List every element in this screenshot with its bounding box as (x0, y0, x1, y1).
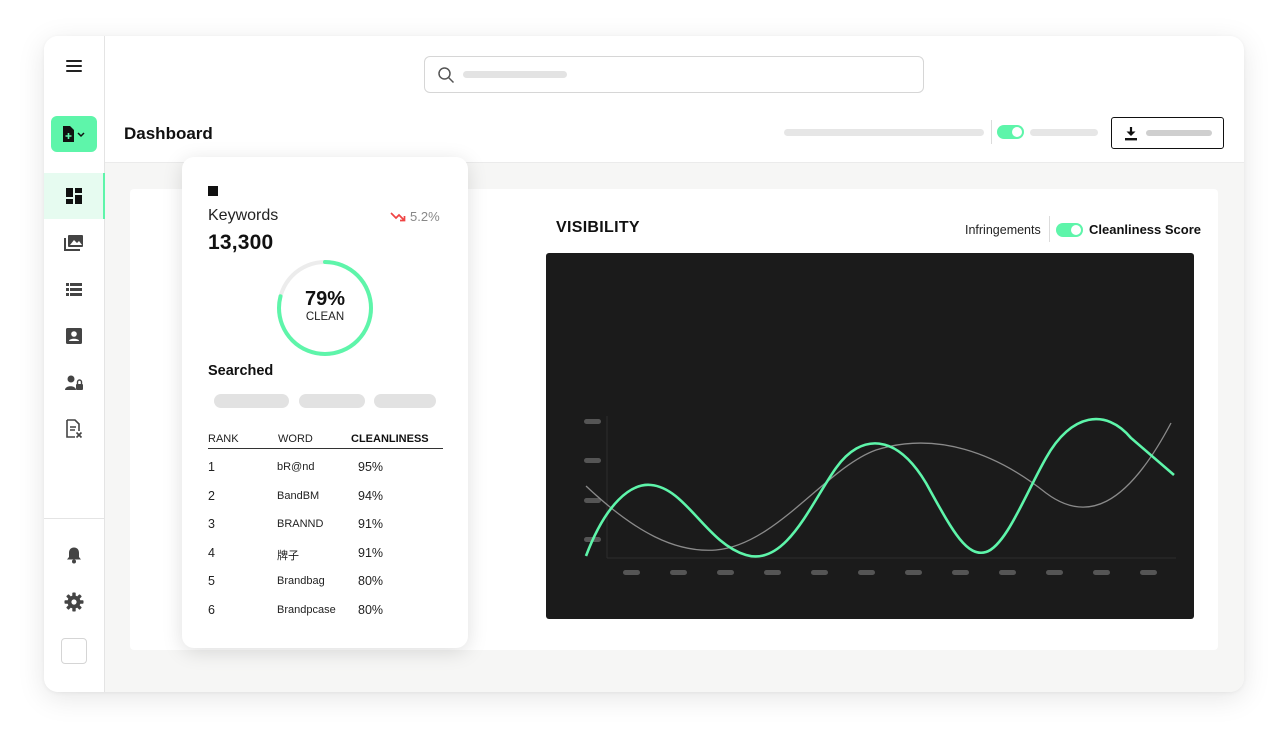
download-button-placeholder (1146, 130, 1212, 136)
new-document-icon (63, 126, 85, 142)
column-header-rank[interactable]: RANK (208, 433, 239, 445)
row-cleanliness: 80% (358, 574, 384, 588)
row-word: BRANND (277, 518, 324, 530)
infringements-series-line (585, 422, 1172, 551)
keywords-value: 13,300 (208, 231, 274, 254)
header-toggle[interactable] (997, 125, 1024, 139)
header-toggle-placeholder (1030, 129, 1098, 136)
row-rank: 3 (208, 517, 215, 531)
new-document-button[interactable] (51, 116, 97, 152)
clean-percent: 79% (304, 288, 346, 310)
row-word: BandBM (277, 490, 320, 502)
document-remove-icon (66, 419, 83, 439)
download-button[interactable] (1111, 117, 1224, 149)
keywords-trend-value: 5.2% (410, 209, 440, 224)
clean-gauge: 79% CLEAN (275, 258, 375, 358)
sidebar-item-settings[interactable] (44, 579, 104, 625)
trend-down-icon (390, 211, 406, 221)
clean-label: CLEAN (305, 311, 345, 323)
row-rank: 5 (208, 574, 215, 588)
legend-separator (1049, 216, 1050, 242)
page-title: Dashboard (124, 124, 213, 143)
keywords-trend: 5.2% (390, 209, 440, 224)
sidebar (44, 36, 105, 692)
search-input[interactable] (424, 56, 924, 93)
search-icon (438, 66, 455, 83)
user-lock-icon (65, 375, 83, 390)
cleanliness-toggle[interactable] (1056, 223, 1083, 237)
sidebar-item-images[interactable] (44, 220, 104, 266)
row-word: Brandpcase (277, 604, 336, 616)
row-cleanliness: 91% (358, 517, 384, 531)
images-icon (64, 235, 83, 251)
column-header-cleanliness[interactable]: CLEANLINESS (351, 433, 429, 445)
sidebar-item-notifications[interactable] (44, 532, 104, 578)
card-marker-icon (208, 186, 218, 196)
sidebar-divider (44, 518, 104, 519)
list-icon (66, 283, 82, 296)
x-axis-tick-placeholders (623, 570, 1157, 575)
searched-filter-pill-2[interactable] (299, 394, 365, 408)
cleanliness-series-line (584, 417, 1175, 558)
gear-icon (64, 592, 84, 612)
searched-filter-pill-1[interactable] (214, 394, 289, 408)
table-header-divider (208, 448, 443, 449)
table-row[interactable]: 6 Brandpcase 80% (208, 603, 443, 625)
search-placeholder-bar (463, 71, 567, 78)
row-word: bR@nd (277, 461, 315, 473)
row-rank: 1 (208, 460, 215, 474)
download-icon (1125, 126, 1137, 140)
row-cleanliness: 95% (358, 460, 384, 474)
row-rank: 6 (208, 603, 215, 617)
user-avatar-placeholder[interactable] (61, 638, 87, 664)
visibility-chart (546, 253, 1194, 619)
legend-infringements[interactable]: Infringements (965, 223, 1041, 237)
row-word: Brandbag (277, 575, 325, 587)
table-row[interactable]: 4 牌子 91% (208, 546, 443, 568)
header-separator (991, 120, 992, 144)
sidebar-item-document-remove[interactable] (44, 406, 104, 452)
header-placeholder-bar (784, 129, 984, 136)
table-row[interactable]: 2 BandBM 94% (208, 489, 443, 511)
bell-icon (67, 547, 81, 564)
table-row[interactable]: 1 bR@nd 95% (208, 460, 443, 482)
row-cleanliness: 91% (358, 546, 384, 560)
legend-cleanliness-score[interactable]: Cleanliness Score (1089, 222, 1201, 237)
row-word: 牌子 (277, 550, 299, 562)
app-window: Dashboard VISIBILITY Infringements Clean… (44, 36, 1244, 692)
searched-filter-pill-3[interactable] (374, 394, 436, 408)
column-header-word[interactable]: WORD (278, 433, 313, 445)
hamburger-menu-icon[interactable] (64, 58, 84, 74)
keywords-label: Keywords (208, 207, 279, 224)
sidebar-item-dashboard[interactable] (44, 173, 105, 219)
sidebar-item-user-lock[interactable] (44, 360, 104, 406)
sidebar-item-contacts[interactable] (44, 313, 104, 359)
searched-label: Searched (208, 363, 274, 379)
row-cleanliness: 80% (358, 603, 384, 617)
sidebar-item-list[interactable] (44, 266, 104, 312)
table-row[interactable]: 3 BRANND 91% (208, 517, 443, 539)
dashboard-icon (66, 188, 82, 204)
contact-card-icon (66, 328, 82, 344)
row-cleanliness: 94% (358, 489, 384, 503)
table-row[interactable]: 5 Brandbag 80% (208, 574, 443, 596)
visibility-title: VISIBILITY (556, 219, 640, 236)
visibility-chart-svg (584, 416, 1176, 575)
row-rank: 4 (208, 546, 215, 560)
keywords-card: Keywords 13,300 5.2% 79% CLEAN Searched … (182, 157, 468, 648)
row-rank: 2 (208, 489, 215, 503)
y-axis-tick-placeholders (584, 419, 601, 542)
